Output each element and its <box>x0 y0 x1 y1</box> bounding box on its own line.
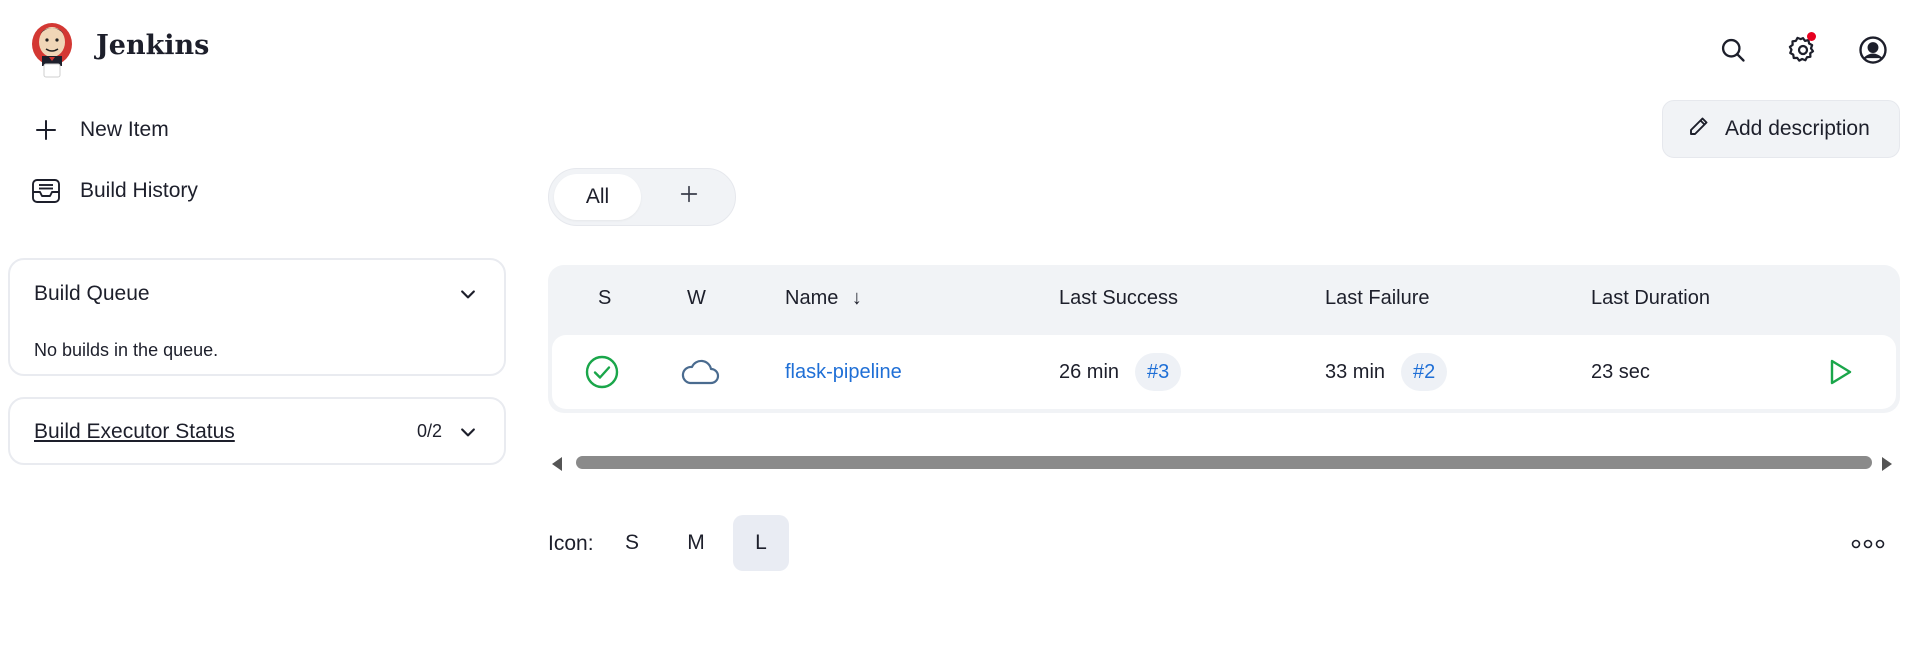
last-success-build-badge[interactable]: #3 <box>1135 353 1182 391</box>
chevron-down-icon[interactable] <box>456 282 480 306</box>
header: Jenkins <box>0 0 1910 100</box>
build-history-link[interactable]: Build History <box>30 171 198 211</box>
view-tabs: All <box>548 168 736 226</box>
build-queue-title[interactable]: Build Queue <box>34 282 150 306</box>
build-queue-card: Build Queue No builds in the queue. <box>8 258 506 376</box>
icon-size-large-button[interactable]: L <box>733 515 789 571</box>
settings-icon[interactable] <box>1783 30 1823 70</box>
user-icon[interactable] <box>1853 30 1893 70</box>
jenkins-logo[interactable] <box>30 20 74 78</box>
column-header-s[interactable]: S <box>598 287 611 310</box>
column-header-w[interactable]: W <box>687 287 706 310</box>
icon-size-medium-button[interactable]: M <box>668 515 724 571</box>
more-options-icon[interactable] <box>1848 530 1888 558</box>
plus-icon <box>30 114 62 146</box>
column-header-last-success[interactable]: Last Success <box>1059 287 1178 310</box>
last-failure-time: 33 min <box>1325 360 1386 383</box>
column-header-name-label: Name <box>785 287 839 309</box>
build-history-label: Build History <box>80 179 198 202</box>
plus-icon <box>678 183 700 211</box>
brand-title[interactable]: Jenkins <box>96 30 209 61</box>
icon-size-small-button[interactable]: S <box>604 515 660 571</box>
inbox-icon <box>30 175 62 207</box>
column-header-last-duration[interactable]: Last Duration <box>1591 287 1710 310</box>
scroll-right-arrow-icon[interactable] <box>1880 455 1894 478</box>
last-success-time: 26 min <box>1059 360 1120 383</box>
add-description-button[interactable]: Add description <box>1662 100 1900 158</box>
scroll-left-arrow-icon[interactable] <box>550 455 564 478</box>
table-row: flask-pipeline 26 min #3 33 min #2 23 se… <box>552 335 1896 409</box>
new-item-label: New Item <box>80 118 169 141</box>
new-item-link[interactable]: New Item <box>30 110 169 150</box>
tab-all[interactable]: All <box>554 174 641 220</box>
sort-arrow-icon: ↓ <box>851 287 862 309</box>
add-view-button[interactable] <box>659 174 719 220</box>
column-header-last-failure[interactable]: Last Failure <box>1325 287 1430 310</box>
schedule-build-play-icon[interactable] <box>1826 335 1854 409</box>
notification-dot <box>1807 32 1816 41</box>
build-executor-title-link[interactable]: Build Executor Status <box>34 420 235 444</box>
last-duration: 23 sec <box>1591 360 1650 383</box>
status-success-icon[interactable] <box>584 335 620 409</box>
add-description-label: Add description <box>1725 117 1870 140</box>
job-link[interactable]: flask-pipeline <box>785 361 902 384</box>
build-queue-empty-text: No builds in the queue. <box>34 340 219 360</box>
weather-cloudy-icon[interactable] <box>680 335 720 409</box>
pencil-icon <box>1687 114 1711 144</box>
last-failure-build-badge[interactable]: #2 <box>1401 353 1448 391</box>
build-executor-card: Build Executor Status 0/2 <box>8 397 506 465</box>
column-header-name[interactable]: Name ↓ <box>785 287 862 310</box>
jobs-table: S W Name ↓ Last Success Last Failure Las… <box>548 265 1900 413</box>
icon-size-label: Icon: <box>548 532 594 555</box>
chevron-down-icon[interactable] <box>456 420 480 444</box>
executor-count: 0/2 <box>416 421 442 441</box>
horizontal-scrollbar-thumb[interactable] <box>576 456 1872 469</box>
search-icon[interactable] <box>1713 30 1753 70</box>
